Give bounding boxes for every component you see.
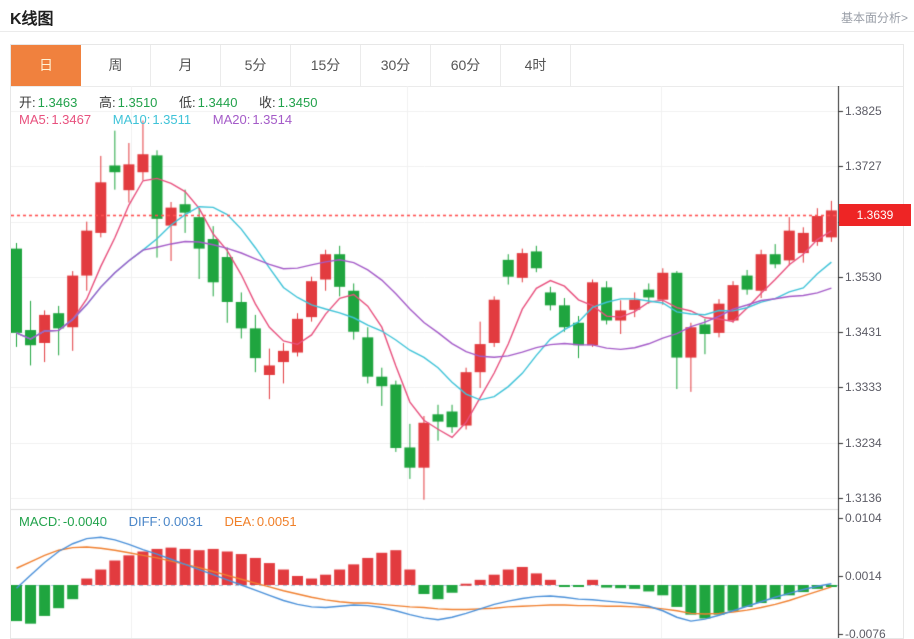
ma-legend: MA5:1.3467 MA10:1.3511 MA20:1.3514 bbox=[19, 112, 294, 127]
close-value: 1.3450 bbox=[278, 95, 318, 110]
ma10-label: MA10: bbox=[113, 112, 151, 127]
tab-period-0[interactable]: 日 bbox=[11, 45, 81, 86]
tab-period-3[interactable]: 5分 bbox=[221, 45, 291, 86]
price-tick-label-6: 1.3234 bbox=[845, 436, 882, 450]
current-price-badge: 1.3639 bbox=[839, 204, 911, 226]
ma10-value: 1.3511 bbox=[152, 112, 191, 127]
price-tick-label-7: 1.3136 bbox=[845, 491, 882, 505]
low-label: 低: bbox=[179, 95, 196, 110]
kline-chart-canvas[interactable] bbox=[11, 86, 903, 638]
chart-panel: 日周月5分15分30分60分4时 开:1.3463 高:1.3510 低:1.3… bbox=[10, 44, 904, 639]
macd-value: -0.0040 bbox=[63, 514, 107, 529]
high-value: 1.3510 bbox=[118, 95, 158, 110]
macd-tick-label-2: -0.0076 bbox=[845, 627, 886, 639]
macd-tick-label-0: 0.0104 bbox=[845, 511, 882, 525]
close-label: 收: bbox=[259, 95, 276, 110]
price-tick-label-0: 1.3825 bbox=[845, 104, 882, 118]
macd-tick-label-1: 0.0014 bbox=[845, 569, 882, 583]
ma20-label: MA20: bbox=[213, 112, 251, 127]
high-label: 高: bbox=[99, 95, 116, 110]
diff-value: 0.0031 bbox=[163, 514, 203, 529]
page-header: K线图 基本面分析> bbox=[0, 0, 914, 32]
open-label: 开: bbox=[19, 95, 36, 110]
price-tick-label-1: 1.3727 bbox=[845, 159, 882, 173]
tab-period-4[interactable]: 15分 bbox=[291, 45, 361, 86]
open-value: 1.3463 bbox=[38, 95, 78, 110]
macd-legend: MACD:-0.0040 DIFF:0.0031 DEA:0.0051 bbox=[19, 514, 299, 529]
low-value: 1.3440 bbox=[198, 95, 238, 110]
ohlc-legend: 开:1.3463 高:1.3510 低:1.3440 收:1.3450 bbox=[19, 92, 319, 111]
ma20-value: 1.3514 bbox=[252, 112, 292, 127]
ma5-value: 1.3467 bbox=[51, 112, 91, 127]
price-tick-label-3: 1.3530 bbox=[845, 270, 882, 284]
dea-label: DEA: bbox=[225, 514, 255, 529]
tab-period-1[interactable]: 周 bbox=[81, 45, 151, 86]
kline-page: K线图 基本面分析> 日周月5分15分30分60分4时 开:1.3463 高:1… bbox=[0, 0, 914, 639]
diff-label: DIFF: bbox=[129, 514, 162, 529]
tab-period-7[interactable]: 4时 bbox=[501, 45, 571, 86]
ma5-label: MA5: bbox=[19, 112, 49, 127]
period-tabbar: 日周月5分15分30分60分4时 bbox=[11, 45, 903, 87]
tab-period-2[interactable]: 月 bbox=[151, 45, 221, 86]
page-title: K线图 bbox=[10, 5, 54, 29]
price-tick-label-5: 1.3333 bbox=[845, 380, 882, 394]
price-tick-label-4: 1.3431 bbox=[845, 325, 882, 339]
tab-period-5[interactable]: 30分 bbox=[361, 45, 431, 86]
dea-value: 0.0051 bbox=[257, 514, 297, 529]
chart-area: 开:1.3463 高:1.3510 低:1.3440 收:1.3450 MA5:… bbox=[11, 86, 903, 638]
tab-period-6[interactable]: 60分 bbox=[431, 45, 501, 86]
macd-label: MACD: bbox=[19, 514, 61, 529]
fundamental-analysis-link[interactable]: 基本面分析> bbox=[841, 9, 908, 26]
